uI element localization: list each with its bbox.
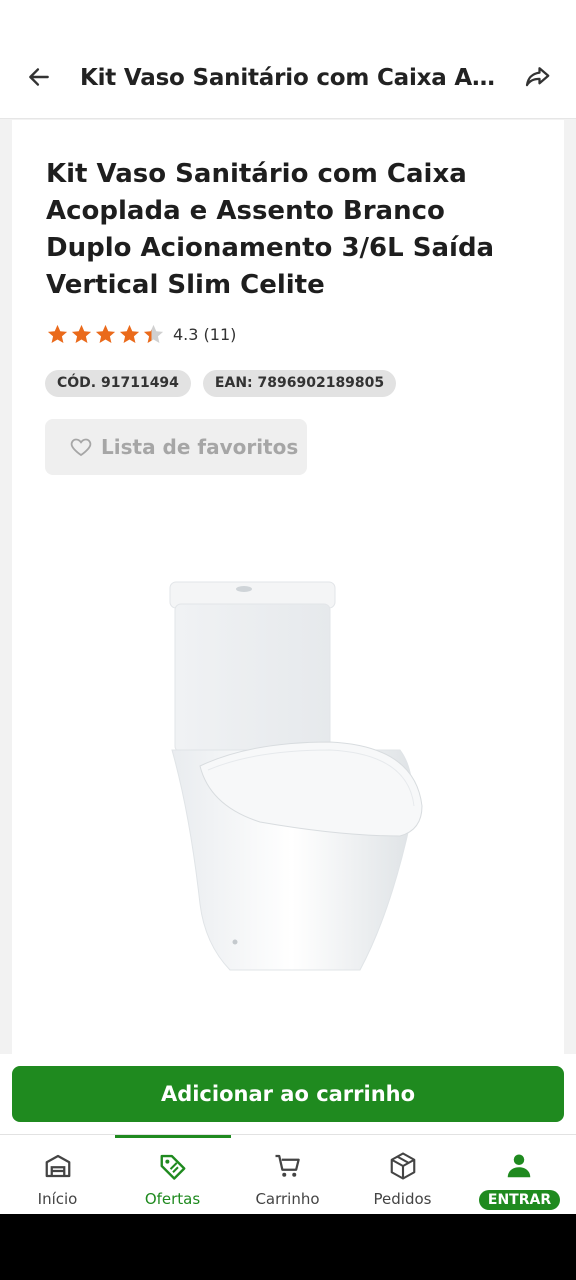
favorites-label: Lista de favoritos bbox=[101, 435, 299, 459]
favorites-button[interactable]: Lista de favoritos bbox=[45, 419, 307, 475]
product-image[interactable] bbox=[160, 574, 430, 1014]
login-button[interactable]: ENTRAR bbox=[479, 1190, 560, 1210]
cart-icon bbox=[275, 1154, 300, 1177]
nav-item-carrinho[interactable]: Carrinho bbox=[230, 1135, 345, 1215]
product-content: Kit Vaso Sanitário com Caixa Acoplada e … bbox=[12, 120, 564, 1054]
store-icon bbox=[45, 1154, 70, 1178]
star-full-icon bbox=[47, 324, 68, 343]
add-to-cart-button[interactable]: Adicionar ao carrinho bbox=[12, 1066, 564, 1122]
heart-icon bbox=[70, 438, 92, 457]
back-button[interactable] bbox=[24, 62, 54, 92]
rating-text: 4.3 (11) bbox=[173, 324, 237, 344]
star-partial-icon bbox=[143, 324, 164, 343]
header-title: Kit Vaso Sanitário com Caixa Aco… bbox=[80, 65, 500, 91]
star-full-icon bbox=[119, 324, 140, 343]
star-full-icon bbox=[95, 324, 116, 343]
tag-icon bbox=[160, 1154, 185, 1180]
nav-label: Início bbox=[37, 1190, 78, 1208]
share-button[interactable] bbox=[520, 60, 554, 94]
system-navigation-bar bbox=[0, 1214, 576, 1280]
nav-item-inicio[interactable]: Início bbox=[0, 1135, 115, 1215]
star-full-icon bbox=[71, 324, 92, 343]
star-rating bbox=[46, 323, 165, 346]
share-icon bbox=[525, 67, 550, 87]
nav-item-pedidos[interactable]: Pedidos bbox=[345, 1135, 460, 1215]
arrow-left-icon bbox=[29, 68, 49, 86]
nav-item-ofertas[interactable]: Ofertas bbox=[115, 1135, 230, 1215]
app-header: Kit Vaso Sanitário com Caixa Aco… bbox=[0, 0, 576, 119]
ean-badge: EAN: 7896902189805 bbox=[202, 370, 397, 397]
product-codes: CÓD. 91711494 EAN: 7896902189805 bbox=[45, 370, 397, 397]
user-icon bbox=[507, 1154, 530, 1178]
product-title: Kit Vaso Sanitário com Caixa Acoplada e … bbox=[46, 159, 495, 300]
nav-label: Carrinho bbox=[255, 1190, 320, 1208]
nav-label: Ofertas bbox=[144, 1190, 201, 1208]
bottom-nav: Início Ofertas Carrinho Pedidos ENTRAR bbox=[0, 1134, 576, 1215]
product-code-badge: CÓD. 91711494 bbox=[45, 370, 191, 397]
nav-label: Pedidos bbox=[373, 1190, 432, 1208]
rating[interactable]: 4.3 (11) bbox=[46, 320, 236, 348]
box-icon bbox=[390, 1152, 415, 1180]
add-to-cart-bar: Adicionar ao carrinho bbox=[0, 1054, 576, 1134]
